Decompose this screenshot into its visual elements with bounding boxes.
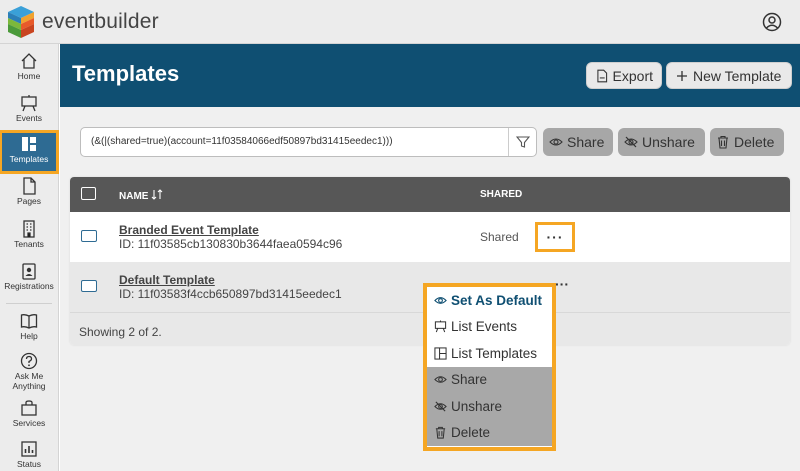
sidebar-item-label: Templates bbox=[9, 154, 49, 164]
sort-icon[interactable] bbox=[151, 189, 163, 200]
user-account-icon[interactable] bbox=[762, 12, 782, 32]
filter-input[interactable]: (&(|(shared=true)(account=11f03584066edf… bbox=[80, 127, 537, 157]
unshare-label: Unshare bbox=[642, 134, 695, 150]
sidebar-item-label: Help bbox=[20, 331, 38, 341]
template-id: ID: 11f03583f4ccb650897bd31415eedec1 bbox=[119, 287, 342, 301]
row-checkbox[interactable] bbox=[81, 280, 97, 292]
sidebar-item-label: Pages bbox=[16, 196, 42, 206]
sidebar-item-tenants[interactable]: Tenants bbox=[0, 216, 58, 258]
row-actions-button[interactable]: ··· bbox=[555, 276, 569, 292]
menu-item-label: Delete bbox=[451, 425, 491, 441]
column-header-name-label: NAME bbox=[119, 191, 149, 202]
eye-icon bbox=[434, 376, 447, 384]
showing-count: Showing 2 of 2. bbox=[79, 325, 162, 339]
sidebar-item-label: Events bbox=[16, 113, 42, 123]
menu-item-set-as-default[interactable]: Set As Default bbox=[427, 287, 552, 314]
sidebar-item-templates[interactable]: Templates bbox=[0, 130, 59, 174]
new-template-label: New Template bbox=[693, 67, 782, 84]
menu-item-delete[interactable]: Delete bbox=[427, 419, 552, 446]
templates-icon bbox=[22, 137, 36, 151]
easel-icon bbox=[21, 95, 37, 112]
sidebar-item-label: Services bbox=[12, 418, 46, 428]
menu-item-label: Share bbox=[451, 372, 488, 388]
page-icon bbox=[23, 177, 36, 195]
funnel-icon bbox=[515, 136, 530, 148]
sidebar-item-home[interactable]: Home bbox=[0, 48, 58, 90]
file-export-icon bbox=[597, 69, 608, 82]
menu-item-label: List Events bbox=[451, 319, 518, 335]
sidebar-item-label-line2: Anything bbox=[12, 381, 46, 391]
filter-button[interactable] bbox=[508, 128, 536, 156]
sidebar-item-label: Tenants bbox=[14, 239, 44, 249]
plus-icon bbox=[677, 70, 687, 81]
bag-icon bbox=[21, 400, 37, 416]
table-row: Branded Event Template ID: 11f03585cb130… bbox=[70, 212, 790, 262]
trash-icon bbox=[435, 427, 446, 439]
eye-icon bbox=[434, 296, 447, 304]
book-icon bbox=[20, 314, 38, 329]
home-icon bbox=[21, 53, 37, 69]
menu-item-label: Unshare bbox=[451, 398, 503, 414]
sidebar-item-status[interactable]: Status bbox=[0, 436, 58, 471]
bar-chart-icon bbox=[21, 441, 37, 457]
sidebar-item-services[interactable]: Services bbox=[0, 395, 58, 437]
template-name-link[interactable]: Branded Event Template bbox=[119, 223, 259, 237]
menu-item-unshare[interactable]: Unshare bbox=[427, 393, 552, 420]
select-all-checkbox[interactable] bbox=[81, 187, 96, 200]
export-label: Export bbox=[612, 67, 653, 84]
page-header: Templates Export New Template bbox=[60, 44, 800, 107]
sidebar: Home Events Templates Pages Tenants Regi… bbox=[0, 44, 59, 471]
trash-icon bbox=[718, 135, 728, 149]
sidebar-item-ask-me-anything[interactable]: Ask Me Anything bbox=[0, 348, 58, 392]
page-title: Templates bbox=[72, 61, 180, 86]
sidebar-item-help[interactable]: Help bbox=[0, 308, 58, 350]
table-header: NAME SHARED bbox=[70, 177, 790, 212]
new-template-button[interactable]: New Template bbox=[666, 62, 792, 89]
sidebar-item-label: Home bbox=[17, 71, 41, 81]
delete-button[interactable]: Delete bbox=[710, 128, 784, 156]
menu-item-label: Set As Default bbox=[451, 292, 543, 308]
unshare-button[interactable]: Unshare bbox=[618, 128, 705, 156]
badge-icon bbox=[22, 263, 36, 280]
eye-slash-icon bbox=[624, 136, 638, 148]
delete-label: Delete bbox=[734, 134, 775, 150]
shared-status: Shared bbox=[480, 230, 519, 244]
column-header-name[interactable]: NAME bbox=[119, 189, 163, 202]
sidebar-item-events[interactable]: Events bbox=[0, 90, 58, 132]
template-id: ID: 11f03585cb130830b3644faea0594c96 bbox=[119, 237, 343, 251]
menu-item-list-events[interactable]: List Events bbox=[427, 314, 552, 341]
easel-icon bbox=[434, 320, 447, 333]
eventbuilder-logo-icon[interactable] bbox=[6, 4, 36, 40]
templates-icon bbox=[434, 347, 447, 360]
template-name-link[interactable]: Default Template bbox=[119, 273, 215, 287]
filter-query-text: (&(|(shared=true)(account=11f03584066edf… bbox=[91, 136, 393, 147]
row-actions-button[interactable]: ··· bbox=[535, 222, 575, 252]
menu-item-list-templates[interactable]: List Templates bbox=[427, 340, 552, 367]
eye-icon bbox=[549, 138, 563, 146]
menu-item-label: List Templates bbox=[451, 345, 538, 361]
share-button[interactable]: Share bbox=[543, 128, 613, 156]
sidebar-divider bbox=[6, 303, 52, 304]
building-icon bbox=[23, 220, 35, 238]
row-actions-menu: Set As Default List Events List Template… bbox=[423, 283, 556, 451]
menu-item-share[interactable]: Share bbox=[427, 366, 552, 393]
share-label: Share bbox=[567, 134, 605, 150]
brand-name: eventbuilder bbox=[42, 10, 159, 33]
sidebar-item-pages[interactable]: Pages bbox=[0, 173, 58, 215]
top-bar: eventbuilder bbox=[0, 0, 800, 44]
sidebar-item-label: Registrations bbox=[4, 281, 54, 291]
sidebar-item-label: Status bbox=[16, 459, 42, 469]
eye-slash-icon bbox=[434, 401, 447, 412]
export-button[interactable]: Export bbox=[586, 62, 662, 89]
question-icon bbox=[20, 352, 38, 370]
row-checkbox[interactable] bbox=[81, 230, 97, 242]
column-header-shared: SHARED bbox=[480, 189, 523, 200]
sidebar-item-label: Ask Me bbox=[14, 371, 44, 381]
sidebar-item-registrations[interactable]: Registrations bbox=[0, 258, 58, 300]
